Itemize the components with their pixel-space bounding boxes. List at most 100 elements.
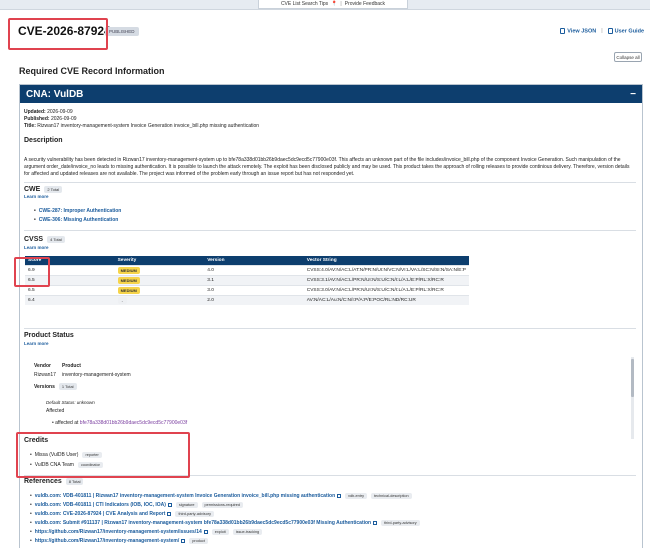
user-guide-icon	[607, 28, 613, 34]
severity-cell: -	[114, 294, 205, 305]
external-link-icon	[181, 538, 186, 543]
separator: |	[601, 28, 603, 35]
cwe-item-306[interactable]: CWE-306: Missing Authentication	[34, 217, 121, 223]
vector-cell: CVSS:4.0/AV:N/AC:L/AT:N/PR:N/UI:N/VC:N/V…	[303, 264, 469, 275]
references-count-badge: 8 Total	[65, 477, 84, 485]
col-version[interactable]: Version	[204, 256, 304, 265]
reference-link[interactable]: https://github.com/Rizwan17/inventory-ma…	[35, 529, 202, 535]
user-guide-link[interactable]: User Guide	[607, 28, 644, 35]
product-status-scrollbar[interactable]	[631, 357, 634, 439]
list-item: vuldb.com: CVE-2026-87924 | CVE Analysis…	[30, 511, 634, 517]
header-links: View JSON | User Guide	[560, 28, 644, 34]
description-text: A security vulnerability has been detect…	[24, 157, 630, 177]
provide-feedback-link[interactable]: Provide Feedback	[345, 1, 385, 7]
cvss-heading-label: CVSS	[24, 236, 44, 243]
cwe-learn-more-link[interactable]: Learn more	[24, 194, 49, 199]
col-severity[interactable]: Severity	[114, 256, 205, 265]
cwe-heading: CWE 2 Total	[24, 185, 63, 193]
vector-cell: CVSS:3.1/AV:N/AC:L/PR:N/UI:N/S:U/C:N/I:L…	[303, 274, 469, 285]
external-link-icon	[203, 529, 208, 534]
cvss-learn-more-link[interactable]: Learn more	[24, 245, 49, 250]
vendor-value: Rizwan17	[34, 372, 56, 378]
affected-label: Affected	[46, 408, 65, 414]
cve-id-heading: CVE-2026-87924	[18, 24, 111, 38]
credit-role-tag: coordinator	[77, 462, 103, 468]
severity-badge: MEDIUM	[117, 286, 140, 294]
divider	[24, 328, 636, 329]
table-row: 6.5 MEDIUM 3.1 CVSS:3.1/AV:N/AC:L/PR:N/U…	[25, 274, 469, 285]
description-heading: Description	[24, 137, 63, 144]
published-badge: PUBLISHED	[105, 27, 139, 36]
col-vector[interactable]: Vector String	[303, 256, 469, 265]
table-row: 6.4 - 2.0 AV:N/AC:L/Au:N/C:N/I:P/A:P/E:P…	[25, 294, 469, 305]
reference-tag: permissions-required	[201, 502, 243, 508]
pin-icon: 📍	[331, 1, 338, 7]
required-info-heading: Required CVE Record Information	[19, 66, 165, 76]
affected-version-hash: bfe78a338d01bb26b9daec5dc9ecd5c77900e03f	[79, 420, 188, 426]
cwe-item-287[interactable]: CWE-287: Improper Authentication	[34, 208, 122, 214]
reference-link[interactable]: vuldb.com: VDB-401811 | Rizwan17 invento…	[35, 493, 335, 499]
divider	[24, 230, 636, 231]
json-file-icon	[560, 28, 566, 34]
cna-panel: CNA: VulDB − Updated: 2026-09-09 Publish…	[19, 84, 643, 548]
versions-count-badge: 1 Total	[58, 383, 77, 391]
reference-tag: third-party-advisory	[175, 511, 214, 517]
product-status-learn-more-link[interactable]: Learn more	[24, 341, 49, 346]
collapse-icon[interactable]: −	[630, 89, 636, 100]
cwe-list: CWE-287: Improper Authentication CWE-306…	[34, 208, 122, 226]
affected-at-row: • affected at bfe78a338d01bb26b9daec5dc9…	[52, 420, 188, 426]
separator: |	[340, 1, 342, 7]
divider	[24, 475, 636, 476]
cvss-count-badge: 4 Total	[47, 235, 65, 243]
reference-tag: issue-tracking	[232, 529, 263, 535]
list-item: VulDB CNA Teamcoordinator	[30, 462, 103, 468]
external-link-icon	[167, 502, 172, 507]
user-guide-label: User Guide	[614, 28, 644, 35]
title-row: Title: Rizwan17 inventory-management-sys…	[24, 123, 259, 129]
list-item: https://github.com/Rizwan17/inventory-ma…	[30, 538, 634, 544]
title-label: Title:	[24, 123, 36, 129]
scrollbar-thumb[interactable]	[631, 359, 634, 397]
cwe-count-badge: 2 Total	[44, 185, 63, 193]
credit-name: VulDB CNA Team	[34, 462, 74, 468]
view-json-link[interactable]: View JSON	[560, 28, 596, 34]
default-status: Default Status: unknown	[46, 400, 95, 405]
top-bar: CVE List Search Tips 📍 | Provide Feedbac…	[0, 0, 650, 10]
reference-tag: technical-description	[370, 493, 412, 499]
cwe-item-label: CWE-306: Missing Authentication	[38, 217, 119, 223]
references-heading: References 8 Total	[24, 477, 84, 485]
list-item: vuldb.com: Submit #911137 | Rizwan17 inv…	[30, 520, 634, 526]
versions-heading: Versions 1 Total	[34, 383, 77, 391]
cwe-heading-label: CWE	[24, 186, 41, 193]
reference-link[interactable]: vuldb.com: CVE-2026-87924 | CVE Analysis…	[35, 511, 166, 517]
severity-badge: -	[117, 296, 127, 304]
cna-header[interactable]: CNA: VulDB −	[20, 85, 642, 103]
severity-cell: MEDIUM	[114, 264, 205, 275]
references-list: vuldb.com: VDB-401811 | Rizwan17 invento…	[30, 493, 634, 547]
list-item: vuldb.com: VDB-401811 | CTI Indicators (…	[30, 502, 634, 508]
reference-link[interactable]: vuldb.com: Submit #911137 | Rizwan17 inv…	[35, 520, 371, 526]
product-status-box[interactable]: Vendor Product Rizwan17 inventory-manage…	[24, 357, 636, 439]
product-status-heading: Product Status	[24, 332, 74, 339]
version-cell: 4.0	[204, 264, 304, 275]
view-json-label: View JSON	[567, 28, 597, 35]
col-score[interactable]: Score	[25, 256, 115, 265]
collapse-all-button[interactable]: Collapse all	[614, 52, 642, 62]
version-cell: 3.1	[204, 274, 304, 285]
reference-link[interactable]: vuldb.com: VDB-401811 | CTI Indicators (…	[35, 502, 166, 508]
score-cell: 6.5	[25, 274, 115, 285]
score-cell: 6.4	[25, 294, 115, 305]
reference-link[interactable]: https://github.com/Rizwan17/inventory-ma…	[35, 538, 179, 544]
table-row: 6.9 MEDIUM 4.0 CVSS:4.0/AV:N/AC:L/AT:N/P…	[25, 264, 469, 275]
affected-at-prefix: affected at	[55, 420, 79, 426]
severity-cell: MEDIUM	[114, 284, 205, 295]
table-row: 6.5 MEDIUM 3.0 CVSS:3.0/AV:N/AC:L/PR:N/U…	[25, 284, 469, 295]
list-item: vuldb.com: VDB-401811 | Rizwan17 invento…	[30, 493, 634, 499]
vendor-label: Vendor	[34, 363, 51, 369]
search-tips-link[interactable]: CVE List Search Tips	[281, 1, 328, 7]
external-link-icon	[373, 520, 378, 525]
published-value: 2026-09-09	[50, 116, 77, 122]
credits-heading: Credits	[24, 437, 49, 444]
reference-tag: vdb-entry	[345, 493, 367, 499]
cvss-table: Score Severity Version Vector String 6.9…	[25, 256, 469, 305]
